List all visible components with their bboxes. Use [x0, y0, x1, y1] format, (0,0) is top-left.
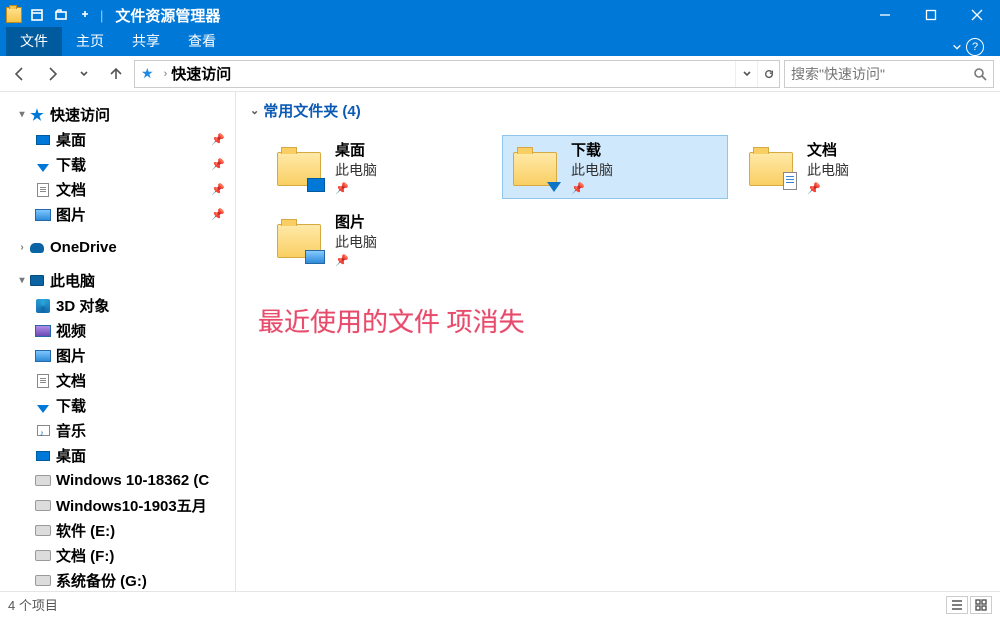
pin-icon: 📌 [211, 133, 225, 146]
tree-downloads[interactable]: 下载📌 [0, 152, 235, 177]
refresh-button[interactable] [757, 61, 779, 87]
3d-icon [36, 299, 50, 313]
pin-icon: 📌 [335, 254, 377, 267]
tree-pictures[interactable]: 图片📌 [0, 202, 235, 227]
folder-tile-desktop[interactable]: 桌面此电脑📌 [266, 135, 492, 199]
drive-icon [35, 500, 51, 511]
tree-drive-c[interactable]: Windows 10-18362 (C [0, 468, 235, 493]
download-overlay-icon [547, 182, 561, 192]
tree-drive-f[interactable]: 文档 (F:) [0, 543, 235, 568]
star-icon: ★ [30, 106, 43, 124]
breadcrumb-current[interactable]: 快速访问 [171, 63, 231, 84]
pin-icon: 📌 [571, 182, 613, 195]
document-icon [37, 374, 49, 388]
tree-documents[interactable]: 文档📌 [0, 177, 235, 202]
tree-drive-d[interactable]: Windows10-1903五月 [0, 493, 235, 518]
tree-quick-access[interactable]: ▾ ★ 快速访问 [0, 102, 235, 127]
onedrive-icon [30, 243, 44, 253]
desktop-icon [36, 451, 50, 461]
qat-properties-icon[interactable] [28, 6, 46, 24]
tree-drive-g[interactable]: 系统备份 (G:) [0, 568, 235, 591]
tree-onedrive[interactable]: ›OneDrive [0, 235, 235, 260]
desktop-overlay-icon [307, 178, 325, 192]
window-title: 文件资源管理器 [115, 5, 220, 26]
search-icon [973, 67, 987, 81]
close-button[interactable] [954, 0, 1000, 30]
chevron-right-icon[interactable]: › [164, 68, 168, 80]
nav-recent-button[interactable] [70, 60, 98, 88]
document-icon [37, 183, 49, 197]
tab-home[interactable]: 主页 [62, 27, 118, 56]
expand-icon[interactable]: › [16, 242, 28, 253]
tree-music[interactable]: 音乐 [0, 418, 235, 443]
qat-newfolder-icon[interactable] [52, 6, 70, 24]
tree-videos[interactable]: 视频 [0, 318, 235, 343]
nav-back-button[interactable] [6, 60, 34, 88]
folder-tile-pictures[interactable]: 图片此电脑📌 [266, 207, 492, 271]
expand-icon[interactable]: ▾ [16, 109, 28, 120]
item-count: 4 个项目 [8, 595, 58, 614]
drive-icon [35, 550, 51, 561]
download-icon [37, 405, 49, 413]
view-icons-button[interactable] [970, 596, 992, 614]
document-overlay-icon [783, 172, 797, 190]
address-bar[interactable]: ★ › 快速访问 [134, 60, 780, 88]
drive-icon [35, 575, 51, 586]
picture-overlay-icon [305, 250, 325, 264]
nav-forward-button[interactable] [38, 60, 66, 88]
group-header[interactable]: ⌄ 常用文件夹 (4) [250, 100, 986, 121]
search-input[interactable] [791, 66, 973, 82]
search-box[interactable] [784, 60, 994, 88]
chevron-down-icon[interactable]: ⌄ [250, 104, 259, 117]
address-history-button[interactable] [735, 61, 757, 87]
tree-3d-objects[interactable]: 3D 对象 [0, 293, 235, 318]
annotation-text: 最近使用的文件 项消失 [258, 302, 525, 339]
help-icon[interactable]: ? [966, 38, 984, 56]
ribbon-tabs: 文件 主页 共享 查看 ? [0, 30, 1000, 56]
pin-icon: 📌 [211, 208, 225, 221]
tree-drive-e[interactable]: 软件 (E:) [0, 518, 235, 543]
tree-this-pc[interactable]: ▾此电脑 [0, 268, 235, 293]
pin-icon: 📌 [335, 182, 377, 195]
pin-icon: 📌 [211, 158, 225, 171]
tree-desktop[interactable]: 桌面📌 [0, 127, 235, 152]
folder-icon [513, 152, 557, 186]
app-icon [6, 7, 22, 23]
quick-access-star-icon: ★ [141, 65, 154, 82]
drive-icon [35, 525, 51, 536]
picture-icon [35, 350, 51, 362]
tab-view[interactable]: 查看 [174, 27, 230, 56]
nav-tree[interactable]: ▾ ★ 快速访问 桌面📌 下载📌 文档📌 图片📌 ›OneDrive ▾此电脑 … [0, 92, 236, 591]
tab-share[interactable]: 共享 [118, 27, 174, 56]
drive-icon [35, 475, 51, 486]
expand-icon[interactable]: ▾ [16, 275, 28, 286]
nav-bar: ★ › 快速访问 [0, 56, 1000, 92]
content-area: ⌄ 常用文件夹 (4) 桌面此电脑📌 下载此电脑📌 文档此电脑📌 图片此电脑📌 … [236, 92, 1000, 591]
view-details-button[interactable] [946, 596, 968, 614]
desktop-icon [36, 135, 50, 145]
minimize-button[interactable] [862, 0, 908, 30]
pin-icon: 📌 [211, 183, 225, 196]
maximize-button[interactable] [908, 0, 954, 30]
pin-icon: 📌 [807, 182, 849, 195]
video-icon [35, 325, 51, 337]
qat-customize-icon[interactable] [76, 6, 94, 24]
tree-downloads-pc[interactable]: 下载 [0, 393, 235, 418]
status-bar: 4 个项目 [0, 591, 1000, 617]
download-icon [37, 164, 49, 172]
title-bar: | 文件资源管理器 [0, 0, 1000, 30]
folder-tile-downloads[interactable]: 下载此电脑📌 [502, 135, 728, 199]
music-icon [37, 425, 50, 436]
picture-icon [35, 209, 51, 221]
tree-desktop-pc[interactable]: 桌面 [0, 443, 235, 468]
tab-file[interactable]: 文件 [6, 27, 62, 56]
nav-up-button[interactable] [102, 60, 130, 88]
tree-documents-pc[interactable]: 文档 [0, 368, 235, 393]
folder-tile-documents[interactable]: 文档此电脑📌 [738, 135, 964, 199]
tree-pictures-pc[interactable]: 图片 [0, 343, 235, 368]
pc-icon [30, 275, 44, 286]
ribbon-expand-icon[interactable] [952, 40, 962, 55]
